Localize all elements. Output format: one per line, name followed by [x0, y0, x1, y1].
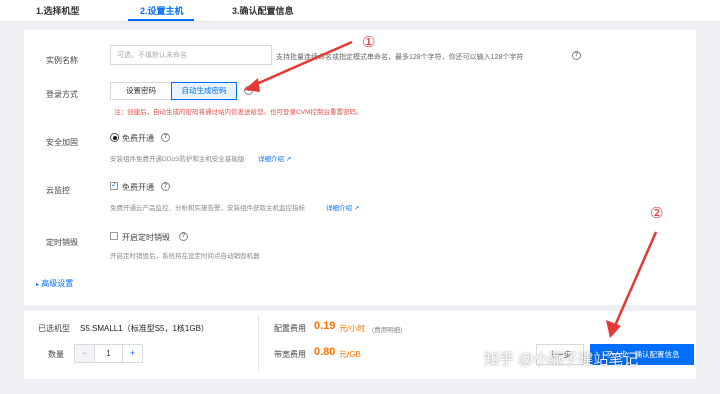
annotation-marker-2: ②: [650, 205, 664, 222]
annotation-arrows: [244, 40, 658, 338]
watermark: 知乎 @小燕子建站笔记: [484, 351, 639, 368]
annotation-arrow-1: [244, 40, 353, 92]
annotation-arrow-2: [606, 231, 658, 338]
annotation-marker-1: ①: [362, 34, 376, 51]
